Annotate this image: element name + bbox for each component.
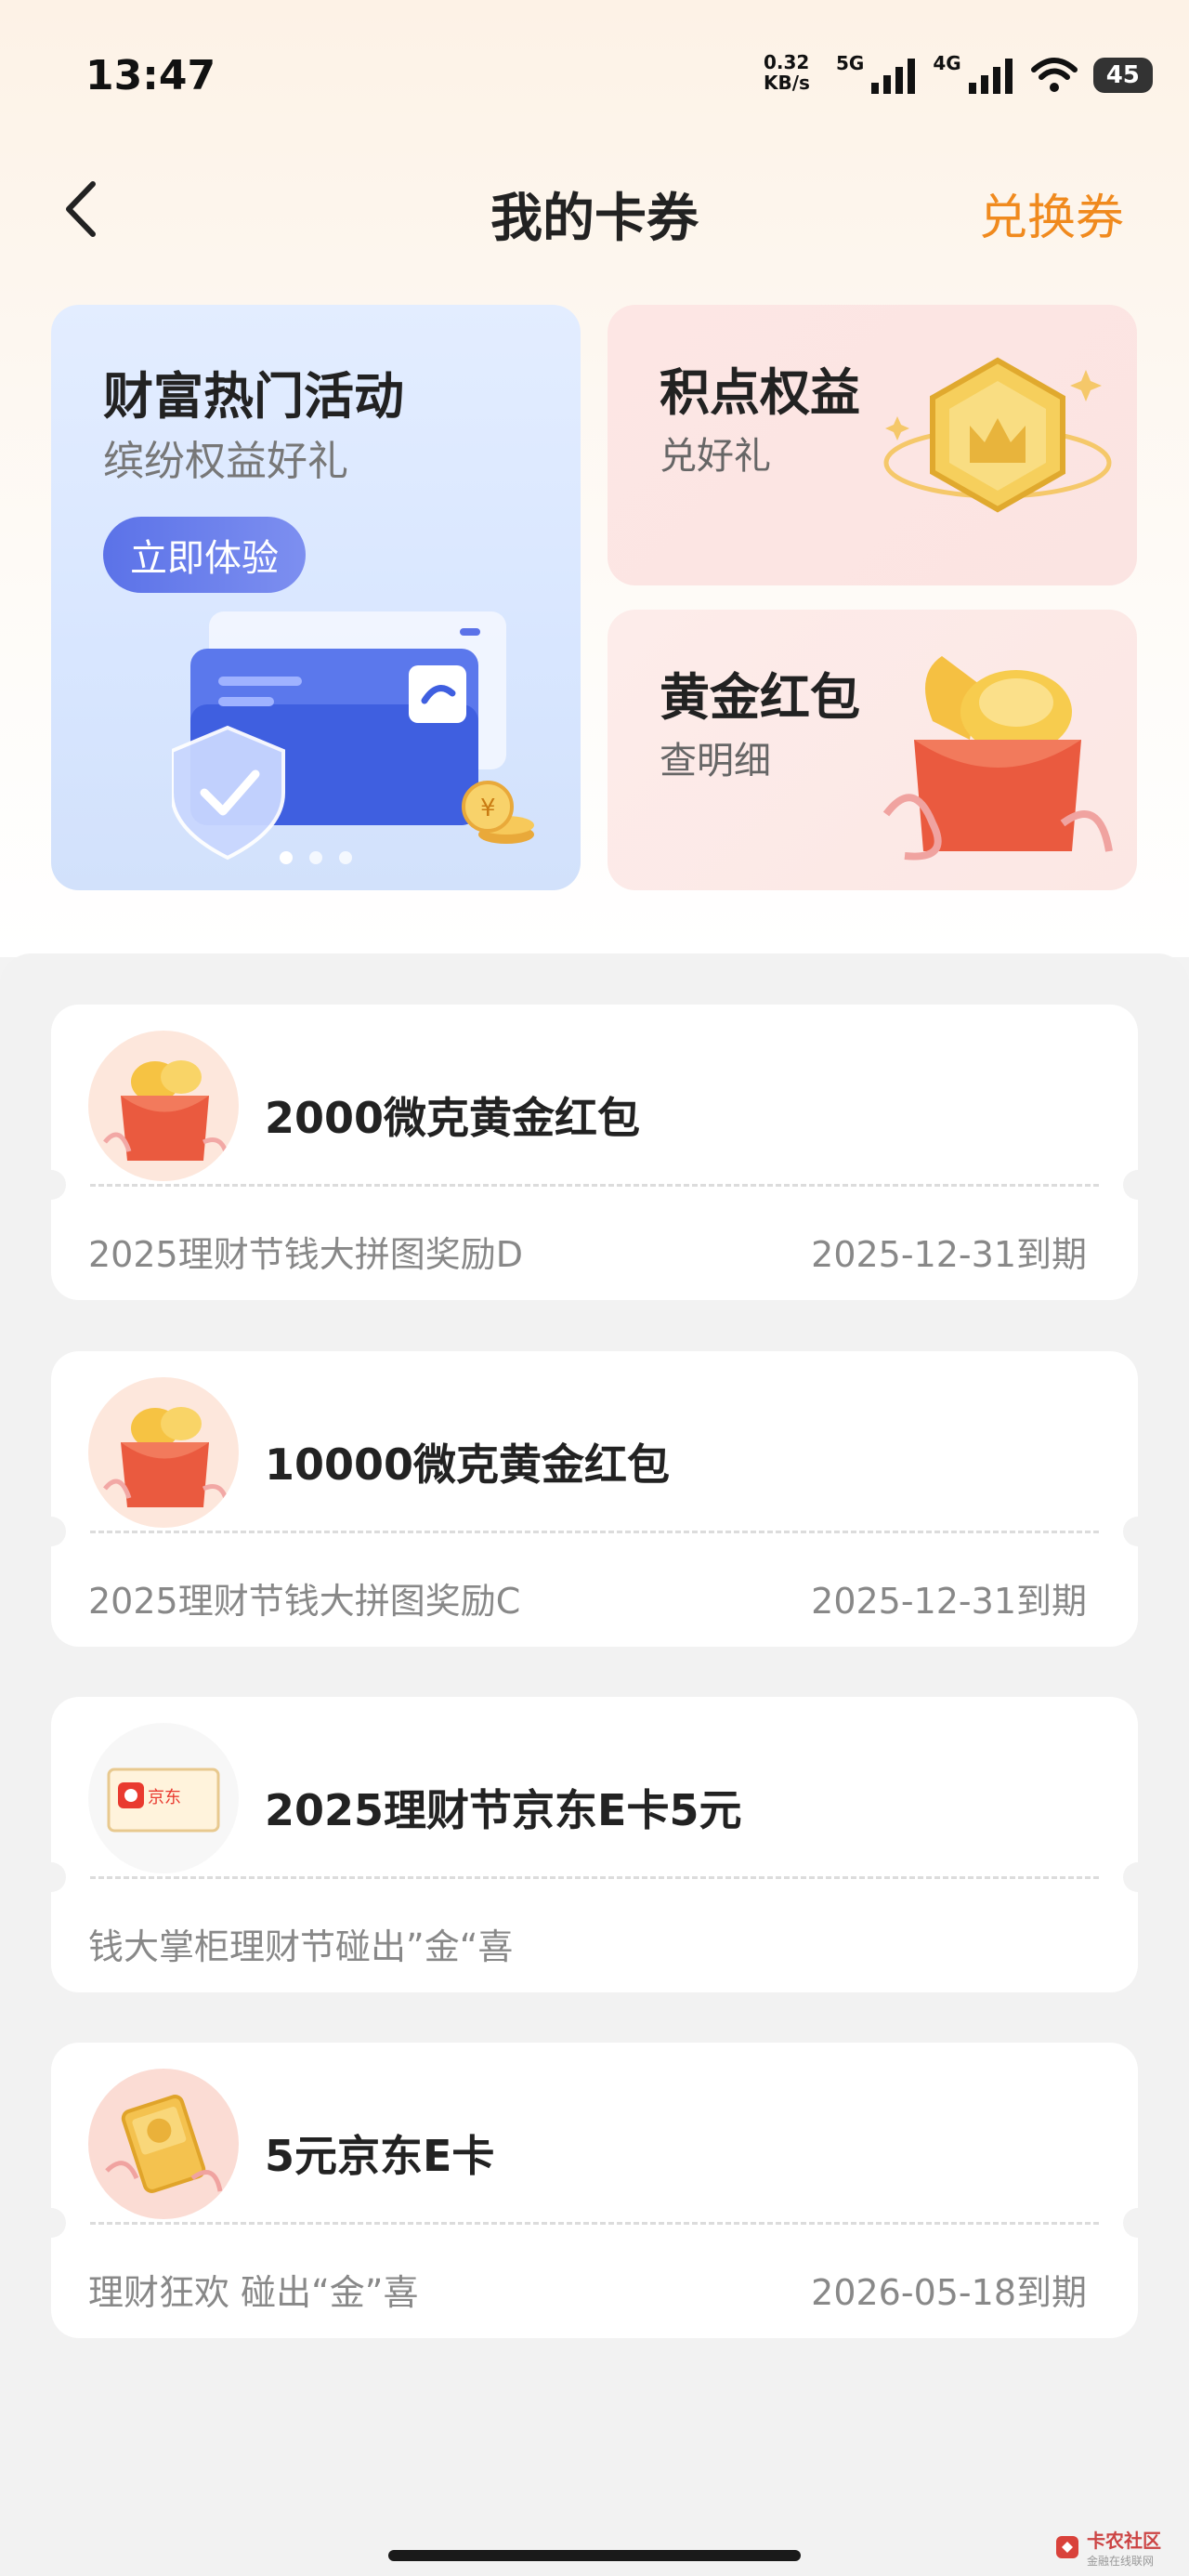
voucher-name: 10000微克黄金红包 <box>265 1439 671 1490</box>
voucher-item[interactable]: 2000微克黄金红包 2025理财节钱大拼图奖励D 2025-12-31到期 <box>36 1005 1153 1300</box>
home-indicator[interactable] <box>388 2550 801 2561</box>
jd-logo-text: 京东 <box>148 1788 181 1807</box>
wifi-icon <box>1030 58 1078 92</box>
ticket-notch <box>1123 2208 1153 2238</box>
jd-card-icon: 京东 <box>88 1723 239 1873</box>
status-time: 13:47 <box>85 52 216 99</box>
carousel-dot <box>339 851 352 864</box>
divider <box>90 2222 1099 2225</box>
voucher-item[interactable]: 5元京东E卡 理财狂欢 碰出“金”喜 2026-05-18到期 <box>36 2043 1153 2338</box>
voucher-name: 5元京东E卡 <box>265 2131 495 2181</box>
carousel-dots <box>51 851 581 864</box>
promo-title: 财富热门活动 <box>103 367 404 426</box>
sim1-label: 5G <box>836 52 865 74</box>
network-speed-unit: KB/s <box>764 72 810 94</box>
wallet-shield-illustration: ¥ <box>172 611 534 861</box>
voucher-expiry: 2026-05-18到期 <box>811 2272 1087 2313</box>
voucher-source: 2025理财节钱大拼图奖励D <box>88 1234 523 1275</box>
watermark-name: 卡农社区 <box>1087 2530 1161 2552</box>
ticket-notch <box>36 1517 66 1546</box>
ticket-notch <box>36 1170 66 1200</box>
exchange-coupon-link[interactable]: 兑换券 <box>979 178 1124 248</box>
divider <box>90 1531 1099 1533</box>
promo-subtitle: 缤纷权益好礼 <box>103 438 348 485</box>
promo-title: 黄金红包 <box>660 668 860 727</box>
voucher-name: 2025理财节京东E卡5元 <box>265 1785 742 1835</box>
voucher-expiry: 2025-12-31到期 <box>811 1581 1087 1622</box>
divider <box>90 1184 1099 1187</box>
gold-red-envelope-icon <box>882 656 1113 861</box>
promo-card-wealth-activities[interactable]: 财富热门活动 缤纷权益好礼 立即体验 ¥ <box>51 305 581 890</box>
promo-subtitle: 兑好礼 <box>660 435 771 478</box>
svg-text:¥: ¥ <box>480 795 496 822</box>
gold-red-envelope-icon <box>88 1031 239 1181</box>
voucher-name: 2000微克黄金红包 <box>265 1093 641 1143</box>
carousel-dot <box>280 851 293 864</box>
crown-medal-icon <box>883 357 1112 513</box>
promo-card-gold-envelope[interactable]: 黄金红包 查明细 <box>608 610 1137 890</box>
network-speed: 0.32 KB/s <box>764 52 810 93</box>
ticket-notch <box>1123 1170 1153 1200</box>
ticket-notch <box>36 2208 66 2238</box>
network-speed-value: 0.32 <box>764 51 810 73</box>
carousel-dot <box>309 851 322 864</box>
promo-subtitle: 查明细 <box>660 740 771 782</box>
watermark-logo-icon <box>1056 2536 1078 2558</box>
gold-red-envelope-icon <box>88 1377 239 1528</box>
watermark-tagline: 金融在线联网 <box>1087 2555 1155 2568</box>
signal-icon <box>968 59 1013 94</box>
ticket-notch <box>1123 1862 1153 1892</box>
watermark: 卡农社区 金融在线联网 <box>1053 2526 1161 2569</box>
promo-card-points[interactable]: 积点权益 兑好礼 <box>608 305 1137 585</box>
battery-indicator: 45 <box>1092 58 1153 93</box>
status-icons: 5G 4G 45 <box>836 52 1153 99</box>
gold-card-icon <box>88 2069 239 2219</box>
voucher-item[interactable]: 京东 2025理财节京东E卡5元 钱大掌柜理财节碰出”金“喜 <box>36 1697 1153 1992</box>
promo-title: 积点权益 <box>660 363 860 422</box>
divider <box>90 1876 1099 1879</box>
voucher-source: 钱大掌柜理财节碰出”金“喜 <box>88 1926 514 1967</box>
try-now-button[interactable]: 立即体验 <box>103 517 306 593</box>
voucher-item[interactable]: 10000微克黄金红包 2025理财节钱大拼图奖励C 2025-12-31到期 <box>36 1351 1153 1647</box>
voucher-source: 2025理财节钱大拼图奖励C <box>88 1581 521 1622</box>
voucher-expiry: 2025-12-31到期 <box>811 1234 1087 1275</box>
sim2-label: 4G <box>933 52 961 74</box>
signal-icon <box>871 59 916 94</box>
ticket-notch <box>1123 1517 1153 1546</box>
voucher-source: 理财狂欢 碰出“金”喜 <box>88 2272 419 2313</box>
ticket-notch <box>36 1862 66 1892</box>
